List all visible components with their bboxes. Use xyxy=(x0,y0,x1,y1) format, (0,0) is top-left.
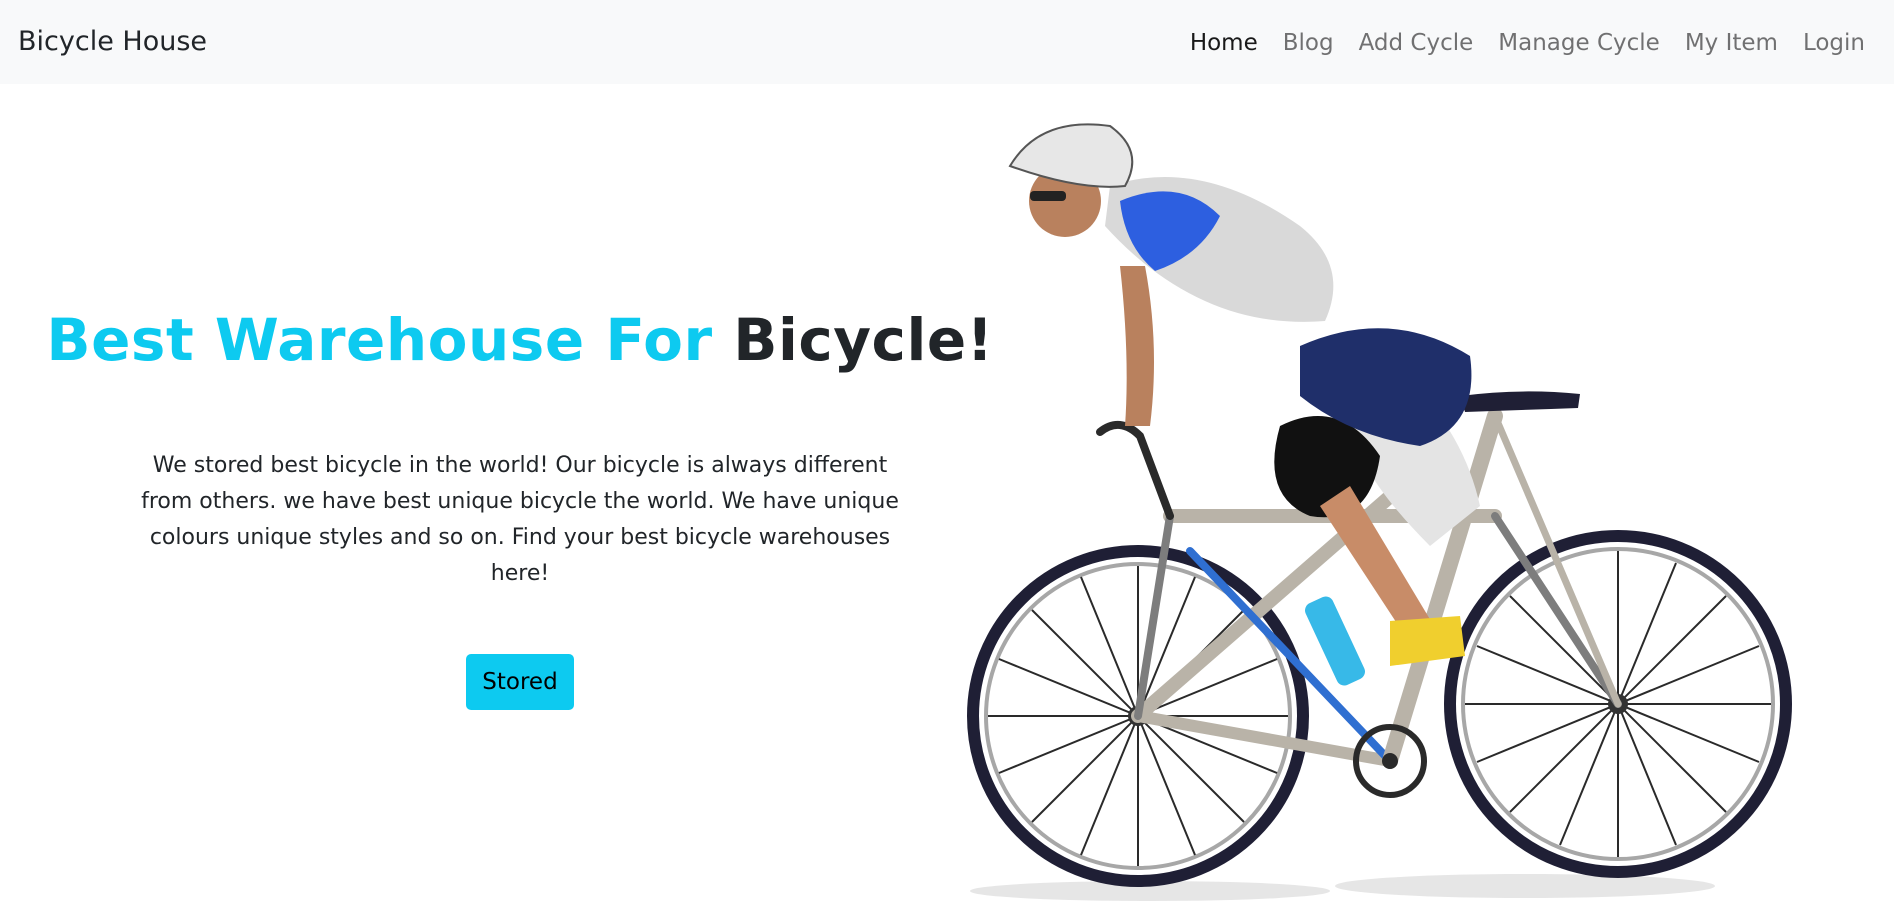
nav-link-blog[interactable]: Blog xyxy=(1283,28,1334,58)
brand-logo[interactable]: Bicycle House xyxy=(18,24,207,60)
handlebar xyxy=(1096,421,1174,520)
rider-arm xyxy=(1120,266,1154,426)
stored-button[interactable]: Stored xyxy=(466,654,574,710)
cyclist-image xyxy=(967,123,1792,901)
nav-link-add-cycle[interactable]: Add Cycle xyxy=(1359,28,1474,58)
navbar: Bicycle House Home Blog Add Cycle Manage… xyxy=(0,0,1894,84)
nav-link-manage-cycle[interactable]: Manage Cycle xyxy=(1498,28,1660,58)
hero-title-dark: Bicycle! xyxy=(733,306,994,374)
hero-title: Best Warehouse For Bicycle! xyxy=(0,304,1040,376)
nav-link-my-item[interactable]: My Item xyxy=(1685,28,1778,58)
nav-link-login[interactable]: Login xyxy=(1803,28,1865,58)
hero-section: Best Warehouse For Bicycle! We stored be… xyxy=(0,84,1040,924)
saddle xyxy=(1460,391,1580,412)
hero-title-accent: Best Warehouse For xyxy=(46,306,713,374)
front-wheel-shadow xyxy=(1335,874,1715,898)
rider-helmet xyxy=(1008,123,1134,188)
hero-description: We stored best bicycle in the world! Our… xyxy=(141,453,899,586)
nav-links: Home Blog Add Cycle Manage Cycle My Item… xyxy=(1190,28,1865,58)
nav-link-home[interactable]: Home xyxy=(1190,28,1258,58)
rider-sunglasses xyxy=(1030,191,1066,201)
